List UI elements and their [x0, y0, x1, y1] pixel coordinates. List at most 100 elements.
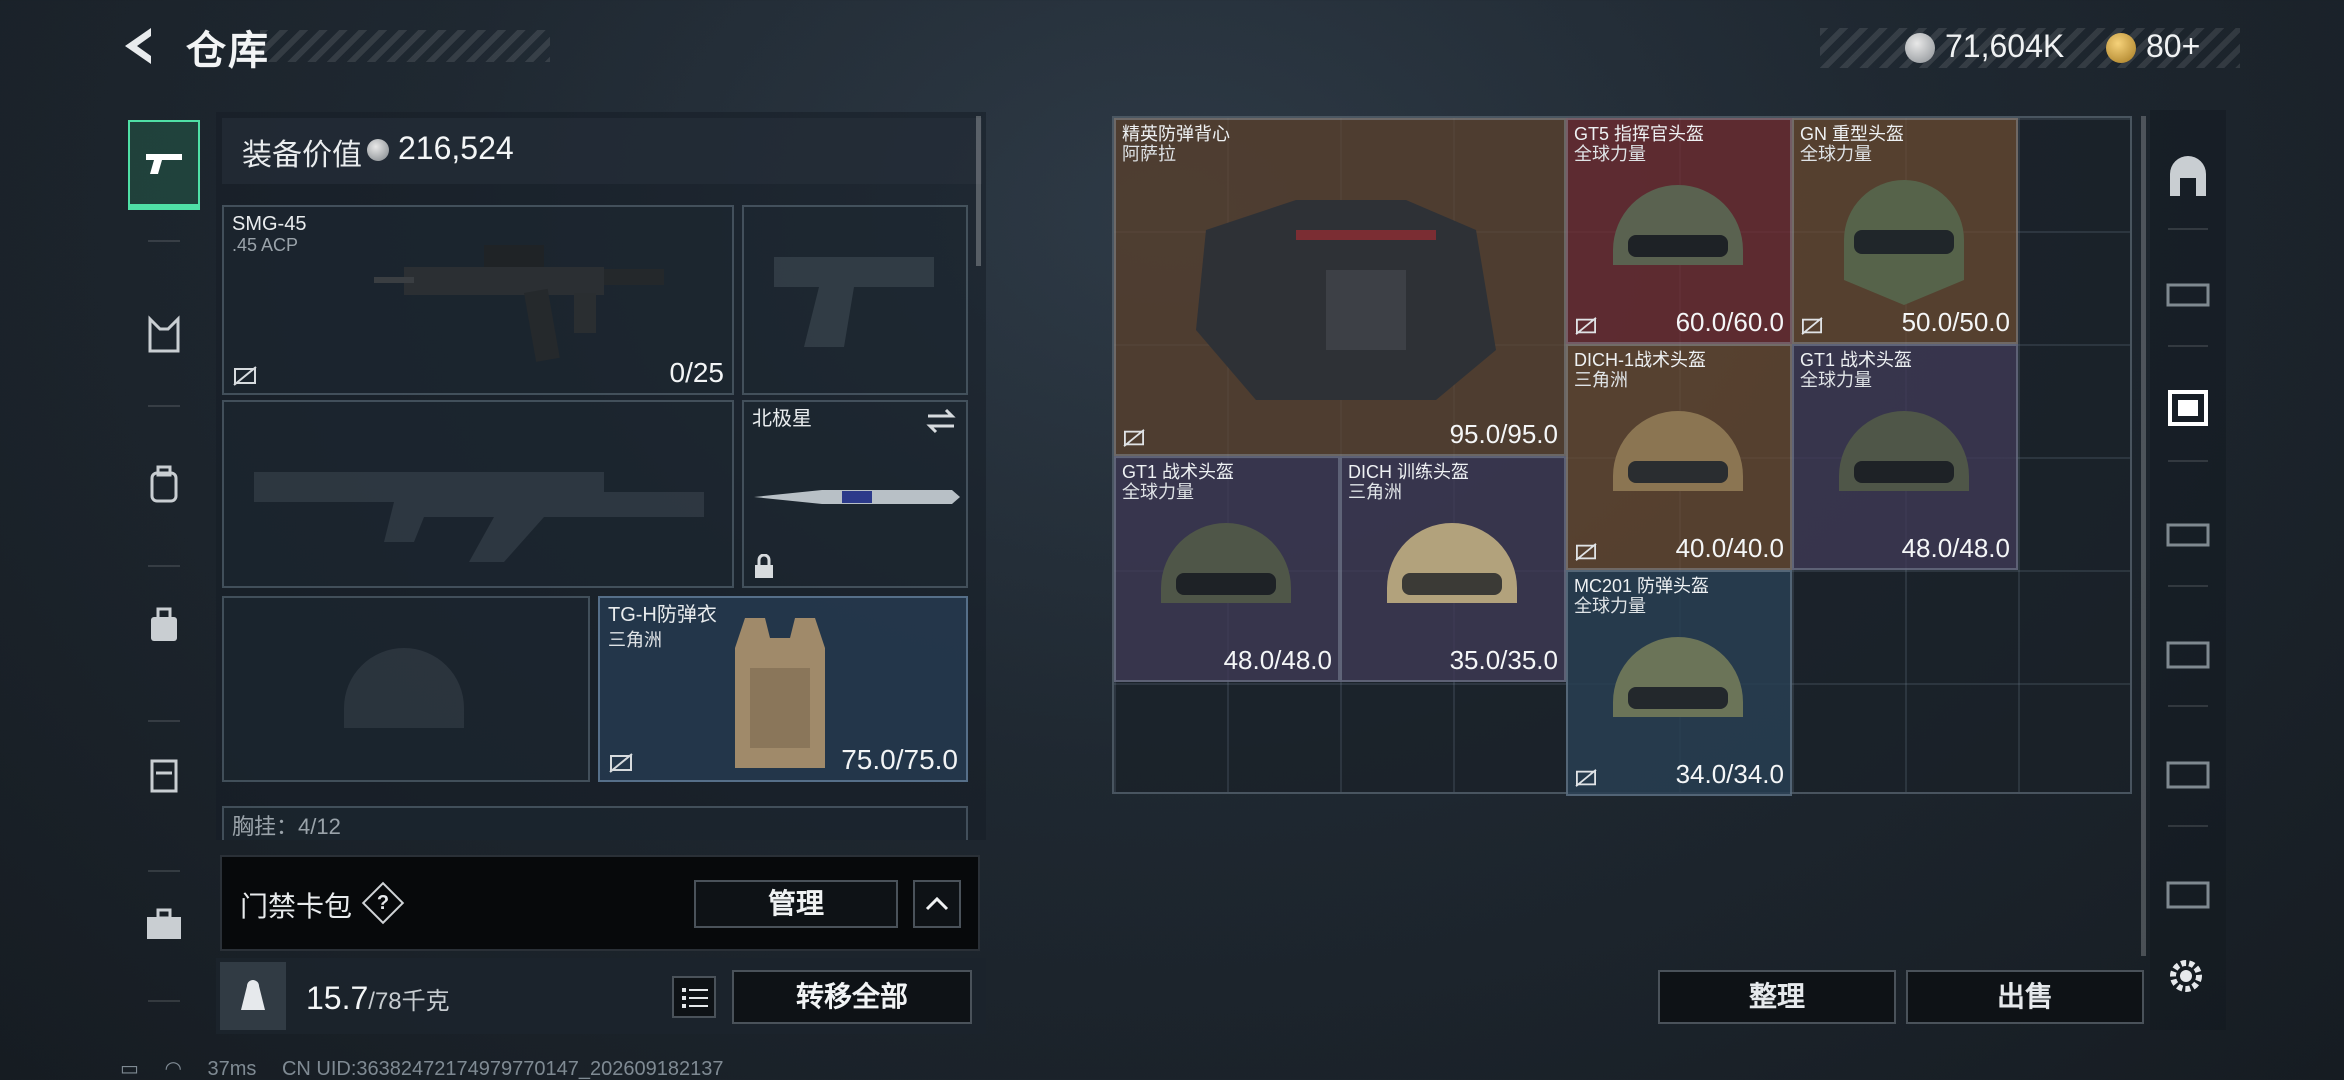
tab-backpack[interactable]: [128, 440, 200, 530]
helmet-image: [1839, 411, 1969, 491]
storage-item[interactable]: DICH-1战术头盔 三角洲 40.0/40.0: [1566, 344, 1792, 570]
primary-weapon-slot[interactable]: SMG-45 .45 ACP 0/25: [222, 205, 734, 395]
case-icon: [150, 759, 178, 793]
item-name: DICH-1战术头盔: [1574, 350, 1707, 370]
weapon-ammo-type: .45 ACP: [232, 235, 299, 255]
tab-storage-4[interactable]: [2160, 625, 2216, 681]
helmet-image: [1613, 411, 1743, 491]
backpack-icon: [150, 465, 178, 503]
tab-all-storage[interactable]: [2160, 150, 2216, 206]
expand-button[interactable]: [913, 880, 961, 928]
sell-button[interactable]: 出售: [1906, 970, 2144, 1024]
storage-scrollbar[interactable]: [2141, 116, 2146, 956]
tab-storage-3[interactable]: [2160, 505, 2216, 561]
tab-storage-5[interactable]: [2160, 745, 2216, 801]
ticket-icon: [2106, 33, 2136, 63]
list-button[interactable]: [672, 976, 716, 1018]
melee-name: 北极星: [752, 408, 812, 430]
sort-button[interactable]: 整理: [1658, 970, 1896, 1024]
melee-slot[interactable]: 北极星: [742, 400, 968, 588]
storage-tier-icon: [2166, 283, 2210, 307]
chevron-up-icon: [925, 896, 949, 911]
coin-amount[interactable]: 71,604K: [1945, 28, 2064, 65]
sidebar-divider: [148, 405, 180, 407]
pistol-silhouette-icon: [774, 257, 934, 347]
secondary-weapon-slot[interactable]: [222, 400, 734, 588]
ping-value: 37ms: [207, 1058, 257, 1080]
item-name: GT1 战术头盔: [1122, 462, 1235, 482]
transfer-all-button[interactable]: 转移全部: [732, 970, 972, 1024]
smg-image: [374, 245, 664, 362]
armor-durability: 75.0/75.0: [841, 744, 958, 775]
coin-icon: [367, 139, 389, 161]
tab-toolbox[interactable]: [128, 880, 200, 970]
tab-pouch[interactable]: [128, 580, 200, 670]
sidebar-divider: [148, 1000, 180, 1002]
tab-weapons[interactable]: [128, 120, 200, 210]
sidebar-divider: [148, 565, 180, 567]
swap-icon[interactable]: [924, 408, 958, 434]
storage-item[interactable]: GT1 战术头盔 全球力量 48.0/48.0: [1792, 344, 2018, 570]
item-durability: 48.0/48.0: [1901, 533, 2010, 563]
coin-icon: [1905, 33, 1935, 63]
list-icon: [682, 988, 708, 1008]
no-insure-icon: [233, 366, 257, 386]
storage-tier-icon: [2166, 761, 2210, 789]
manage-button[interactable]: 管理: [694, 880, 898, 928]
helmet-image: [1613, 185, 1743, 265]
rail-divider: [2168, 705, 2208, 707]
weight-icon: [241, 980, 265, 1010]
tab-chest-rig[interactable]: [128, 290, 200, 380]
equip-value-label: 装备价值: [242, 139, 362, 172]
weight-readout: 15.7/78千克: [306, 980, 450, 1017]
storage-item[interactable]: GN 重型头盔 全球力量 50.0/50.0: [1792, 118, 2018, 344]
item-durability: 50.0/50.0: [1901, 307, 2010, 337]
tab-storage-2[interactable]: [2160, 380, 2216, 436]
storage-item[interactable]: GT1 战术头盔 全球力量 48.0/48.0: [1114, 456, 1340, 682]
item-durability: 34.0/34.0: [1675, 759, 1784, 789]
sidebar-divider: [148, 240, 180, 242]
loadout-scrollbar[interactable]: [976, 116, 981, 266]
ammo-count: 0/25: [669, 357, 725, 388]
tab-storage-1[interactable]: [2160, 265, 2216, 321]
storage-item[interactable]: 精英防弹背心 阿萨拉 95.0/95.0: [1114, 118, 1566, 456]
storage-tab-rail: [2150, 110, 2226, 1030]
item-origin: 阿萨拉: [1122, 144, 1176, 164]
keycard-label: 门禁卡包: [240, 891, 353, 922]
helmet-slot[interactable]: [222, 596, 590, 782]
status-bar: ▭ ◠ 37ms CN UID:36382472174979770147_202…: [120, 1056, 743, 1080]
chest-rig-row[interactable]: 胸挂：4/12: [222, 806, 968, 840]
helmet-image: [1844, 180, 1964, 305]
no-insure-icon: [1575, 543, 1597, 561]
vest-image: [1196, 200, 1496, 400]
tab-case[interactable]: [128, 730, 200, 820]
gear-icon[interactable]: [2164, 954, 2208, 998]
knife-image: [754, 490, 960, 504]
lock-icon: [755, 554, 773, 578]
no-insure-icon: [1801, 317, 1823, 335]
ticket-amount[interactable]: 80+: [2146, 28, 2200, 65]
pistol-slot[interactable]: [742, 205, 968, 395]
back-arrow-icon[interactable]: [115, 22, 163, 70]
helmet-silhouette-icon: [344, 648, 464, 728]
armor-slot[interactable]: TG-H防弹衣 三角洲 75.0/75.0: [598, 596, 968, 782]
sidebar-divider: [148, 870, 180, 872]
helmet-image: [1387, 523, 1517, 603]
pouch-icon: [151, 607, 177, 641]
no-insure-icon: [1123, 429, 1145, 447]
item-durability: 48.0/48.0: [1223, 645, 1332, 675]
sidebar-divider: [148, 720, 180, 722]
rail-divider: [2168, 345, 2208, 347]
item-durability: 95.0/95.0: [1449, 419, 1558, 449]
storage-item[interactable]: MC201 防弹头盔 全球力量 34.0/34.0: [1566, 570, 1792, 796]
storage-item[interactable]: GT5 指挥官头盔 全球力量 60.0/60.0: [1566, 118, 1792, 344]
item-durability: 60.0/60.0: [1675, 307, 1784, 337]
weight-value: 15.7: [306, 980, 369, 1016]
rail-divider: [2168, 585, 2208, 587]
item-name: 精英防弹背心: [1122, 124, 1230, 144]
no-insure-icon: [609, 753, 633, 773]
tab-storage-6[interactable]: [2160, 865, 2216, 921]
item-durability: 35.0/35.0: [1449, 645, 1558, 675]
storage-item[interactable]: DICH 训练头盔 三角洲 35.0/35.0: [1340, 456, 1566, 682]
uid-text: CN UID:36382472174979770147_202609182137: [281, 1058, 724, 1080]
